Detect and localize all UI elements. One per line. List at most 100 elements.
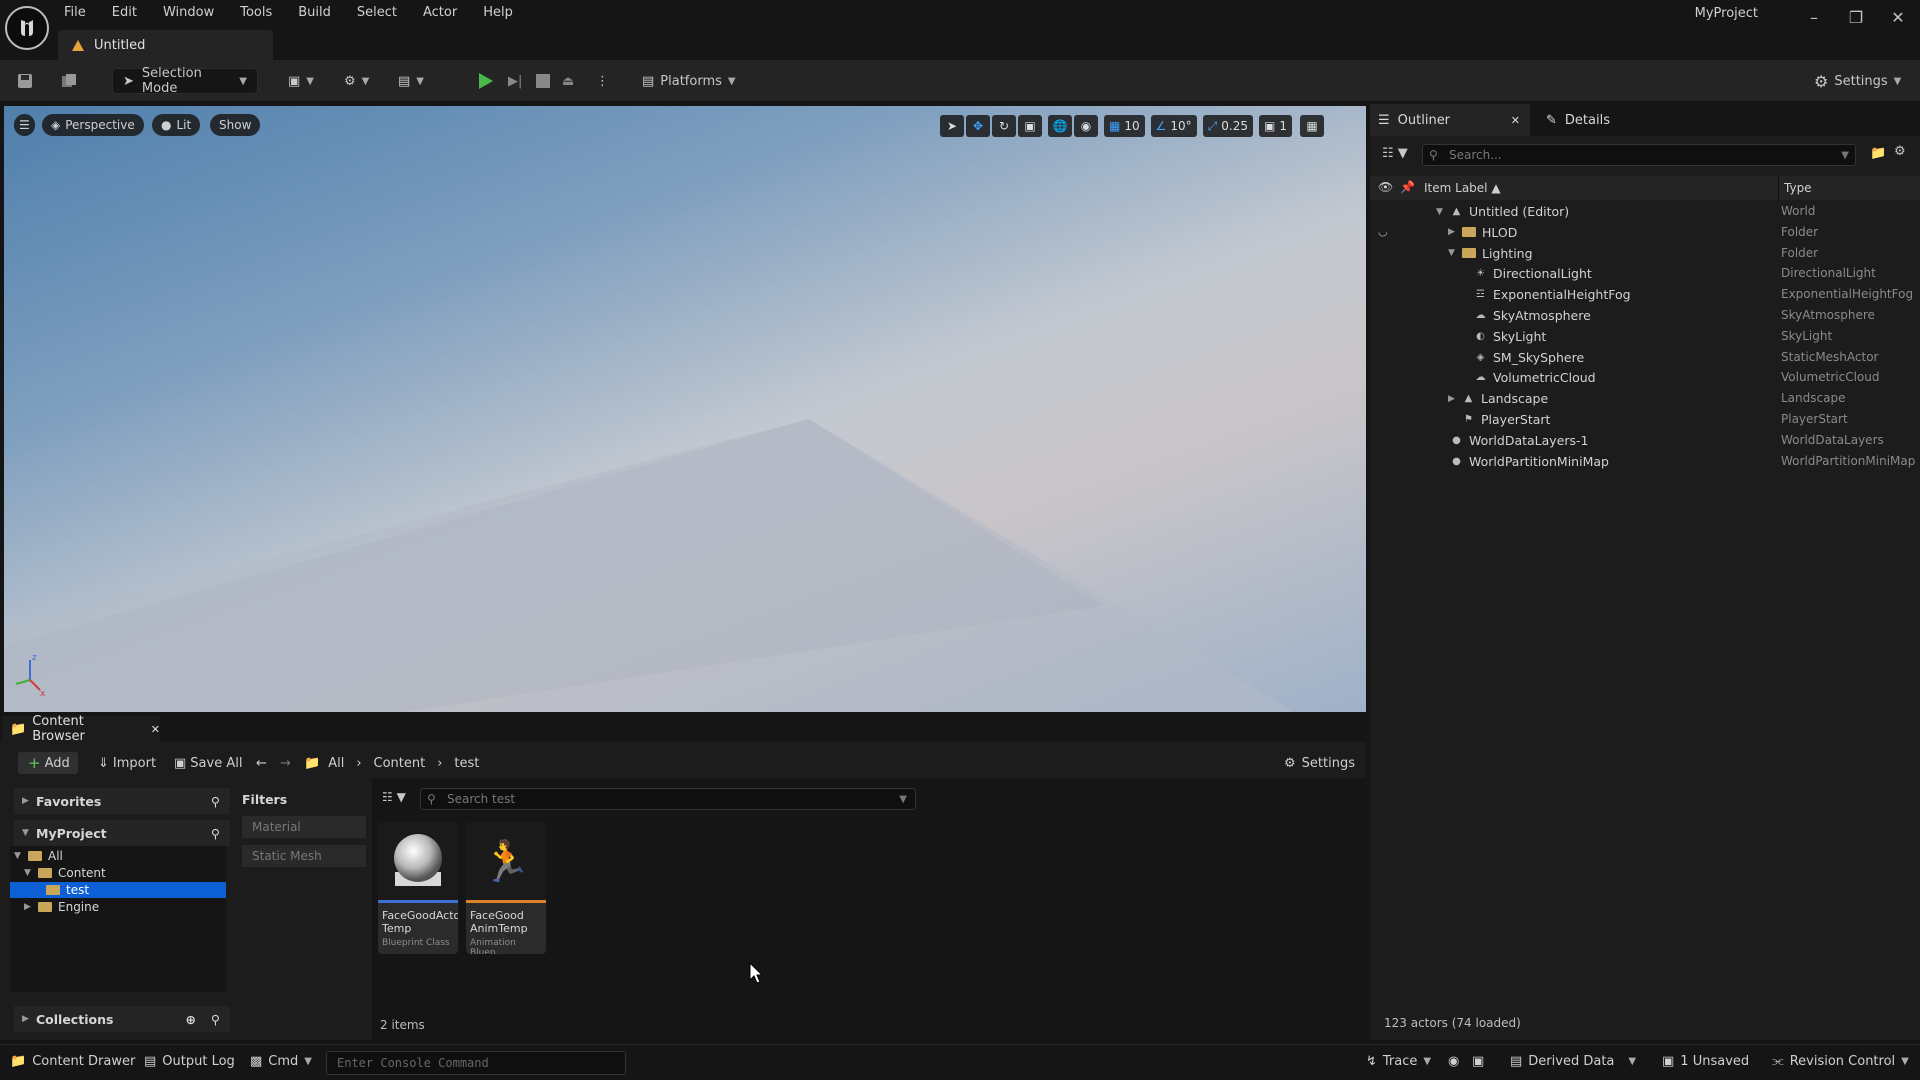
outliner-row[interactable]: ▶ ▲ Landscape Landscape — [1370, 388, 1920, 409]
tree-item-test[interactable]: test — [10, 882, 226, 898]
search-icon[interactable]: ⚲ — [211, 794, 220, 809]
add-button[interactable]: + Add — [18, 752, 78, 774]
restore-button[interactable]: ❐ — [1836, 4, 1876, 30]
menu-actor[interactable]: Actor — [423, 5, 457, 20]
translate-tool-icon[interactable]: ✥ — [966, 115, 990, 137]
perspective-button[interactable]: ◈ Perspective — [42, 114, 144, 136]
filter-static-mesh[interactable]: Static Mesh — [242, 845, 366, 867]
col-item-label[interactable]: Item Label ▲ — [1424, 181, 1501, 195]
breadcrumb-all[interactable]: All — [328, 756, 344, 771]
close-icon[interactable]: ✕ — [151, 723, 160, 736]
select-tool-icon[interactable]: ➤ — [940, 115, 964, 137]
chevron-right-icon[interactable]: ▶ — [1448, 227, 1458, 237]
outliner-row[interactable]: ● WorldDataLayers-1 WorldDataLayers — [1370, 430, 1920, 451]
tab-outliner[interactable]: ☰ Outliner ✕ — [1370, 104, 1530, 136]
outliner-row[interactable]: ☲ ExponentialHeightFog ExponentialHeightFo… — [1370, 284, 1920, 305]
col-type[interactable]: Type — [1784, 181, 1812, 195]
console-input[interactable]: Enter Console Command — [326, 1051, 626, 1075]
rotation-snap-toggle[interactable]: ∠ 10° — [1150, 115, 1197, 137]
menu-tools[interactable]: Tools — [240, 5, 272, 20]
camera-icon[interactable]: ▣ — [1472, 1054, 1484, 1069]
pin-icon[interactable]: 📌 — [1400, 180, 1415, 194]
outliner-row[interactable]: ☁ VolumetricCloud VolumetricCloud — [1370, 367, 1920, 388]
output-log-button[interactable]: ▤ Output Log — [144, 1054, 235, 1069]
tree-item-all[interactable]: ▼ All — [14, 848, 63, 864]
settings-dropdown[interactable]: ⚙ Settings ▼ — [1814, 68, 1901, 94]
breadcrumb-test[interactable]: test — [454, 756, 479, 771]
show-button[interactable]: Show — [210, 114, 261, 136]
derived-data-dropdown[interactable]: ▤ Derived Data ▼ — [1510, 1054, 1636, 1069]
cinematics-dropdown[interactable]: ▤ ▼ — [398, 68, 424, 94]
chevron-down-icon[interactable]: ▼ — [1436, 207, 1446, 217]
search-icon[interactable]: ⚲ — [211, 826, 220, 841]
project-header[interactable]: ▼ MyProject ⚲ — [14, 820, 230, 846]
chevron-down-icon[interactable]: ▼ — [899, 794, 907, 805]
viewport-layout-icon[interactable]: ▦ — [1299, 115, 1324, 137]
outliner-row[interactable]: ▼ ▲ Untitled (Editor) World — [1370, 201, 1920, 222]
cb-settings-button[interactable]: ⚙ Settings — [1284, 752, 1355, 774]
tree-item-content[interactable]: ▼ Content — [24, 865, 106, 881]
back-button[interactable]: ← — [256, 752, 267, 774]
import-button[interactable]: ⇓ Import — [98, 752, 156, 774]
outliner-search-input[interactable]: ⚲ Search... ▼ — [1422, 144, 1856, 166]
close-icon[interactable]: ✕ — [1511, 114, 1520, 127]
outliner-row[interactable]: ◡ ▶ HLOD Folder — [1370, 222, 1920, 243]
visibility-eye-icon[interactable]: 👁 — [1378, 180, 1393, 194]
outliner-row[interactable]: ▼ Lighting Folder — [1370, 243, 1920, 264]
collections-header[interactable]: ▶ Collections ⊕ ⚲ — [14, 1006, 230, 1032]
outliner-row[interactable]: ◐ SkyLight SkyLight — [1370, 326, 1920, 347]
filter-dropdown[interactable]: ☷ ▼ — [1382, 146, 1408, 161]
outliner-row[interactable]: ☁ SkyAtmosphere SkyAtmosphere — [1370, 305, 1920, 326]
minimize-button[interactable]: – — [1794, 4, 1834, 30]
level-tab[interactable]: Untitled — [58, 30, 273, 60]
add-actor-dropdown[interactable]: ▣ ▼ — [288, 68, 314, 94]
favorites-header[interactable]: ▶ Favorites ⚲ — [14, 788, 230, 814]
filter-material[interactable]: Material — [242, 816, 366, 838]
tab-content-browser[interactable]: 📁 Content Browser ✕ — [2, 714, 160, 744]
trace-dropdown[interactable]: ↯ Trace ▼ — [1366, 1054, 1431, 1069]
asset-tile-animation[interactable]: 🏃 FaceGood AnimTemp Animation Bluep... — [466, 822, 546, 954]
add-folder-icon[interactable]: 📁 — [1870, 146, 1886, 161]
camera-speed-button[interactable]: ▣ 1 — [1259, 115, 1292, 137]
stop-button[interactable] — [536, 68, 550, 94]
save-current-button[interactable] — [16, 68, 34, 94]
asset-filter-dropdown[interactable]: ☷ ▼ — [382, 790, 406, 804]
menu-window[interactable]: Window — [163, 5, 214, 20]
play-button[interactable] — [476, 68, 494, 94]
asset-search-input[interactable]: ⚲ Search test ▼ — [420, 788, 916, 810]
outliner-row[interactable]: ☀ DirectionalLight DirectionalLight — [1370, 263, 1920, 284]
surface-snap-icon[interactable]: ◉ — [1074, 115, 1098, 137]
menu-file[interactable]: File — [64, 5, 86, 20]
chevron-right-icon[interactable]: ▶ — [1448, 394, 1458, 404]
add-collection-icon[interactable]: ⊕ — [186, 1012, 196, 1027]
close-window-button[interactable]: ✕ — [1878, 4, 1918, 30]
viewport-menu-button[interactable]: ☰ — [14, 114, 35, 136]
source-control-button[interactable] — [60, 68, 78, 94]
scale-snap-toggle[interactable]: ⤢ 0.25 — [1202, 115, 1253, 137]
content-drawer-button[interactable]: 📁 Content Drawer — [10, 1054, 135, 1069]
outliner-settings-icon[interactable]: ⚙ — [1894, 144, 1906, 159]
chevron-down-icon[interactable]: ▼ — [1841, 150, 1849, 161]
search-icon[interactable]: ⚲ — [211, 1012, 220, 1027]
menu-help[interactable]: Help — [483, 5, 513, 20]
menu-select[interactable]: Select — [357, 5, 397, 20]
save-all-button[interactable]: ▣ Save All — [174, 752, 242, 774]
unreal-logo-icon[interactable] — [5, 6, 49, 50]
eject-button[interactable]: ⏏ — [562, 68, 574, 94]
outliner-row[interactable]: ◈ SM_SkySphere StaticMeshActor — [1370, 347, 1920, 368]
breadcrumb-content[interactable]: Content — [374, 756, 426, 771]
revision-control-dropdown[interactable]: ⫘ Revision Control ▼ — [1772, 1054, 1909, 1069]
outliner-row[interactable]: ⚑ PlayerStart PlayerStart — [1370, 409, 1920, 430]
view-mode-button[interactable]: ● Lit — [152, 114, 201, 136]
outliner-row[interactable]: ● WorldPartitionMiniMap WorldPartitionMini… — [1370, 451, 1920, 472]
world-space-icon[interactable]: 🌐 — [1048, 115, 1072, 137]
menu-build[interactable]: Build — [298, 5, 331, 20]
chevron-down-icon[interactable]: ▼ — [1448, 248, 1458, 258]
rotate-tool-icon[interactable]: ↻ — [992, 115, 1016, 137]
cmd-dropdown[interactable]: ▩ Cmd ▼ — [250, 1054, 312, 1069]
menu-edit[interactable]: Edit — [112, 5, 137, 20]
grid-snap-toggle[interactable]: ▦ 10 — [1104, 115, 1145, 137]
platforms-dropdown[interactable]: ▤ Platforms ▼ — [642, 68, 736, 94]
scale-tool-icon[interactable]: ▣ — [1018, 115, 1042, 137]
unsaved-button[interactable]: ▣ 1 Unsaved — [1662, 1054, 1749, 1069]
